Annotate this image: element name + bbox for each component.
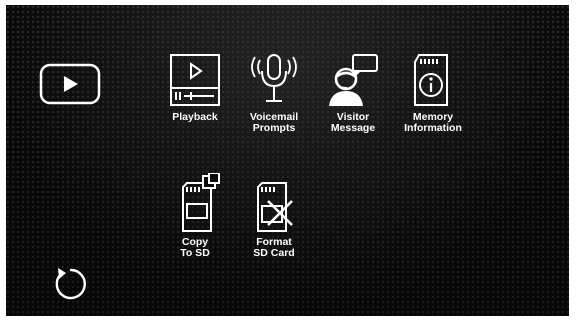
sd-card-info-icon (414, 54, 448, 106)
copy-to-sd-tile[interactable]: Copy To SD (156, 173, 234, 259)
sd-card-copy-icon (182, 173, 220, 232)
playback-icon (170, 54, 220, 106)
memory-information-label: Memory Information (404, 111, 462, 134)
copy-to-sd-label: Copy To SD (180, 236, 210, 259)
voicemail-prompts-label: Voicemail Prompts (249, 111, 299, 134)
microphone-icon (251, 54, 297, 102)
voicemail-prompts-tile[interactable]: Voicemail Prompts (235, 52, 313, 134)
play-icon (39, 63, 101, 105)
format-sd-card-label: Format SD Card (253, 236, 295, 259)
menu-screen: Playback Voicemail Prompts Visitor Messa… (6, 5, 569, 316)
playback-tile[interactable]: Playback (156, 52, 234, 123)
playback-label: Playback (172, 111, 218, 123)
visitor-message-tile[interactable]: Visitor Message (314, 52, 392, 134)
back-button[interactable] (50, 263, 90, 308)
visitor-message-label: Visitor Message (330, 111, 376, 134)
back-refresh-icon (55, 268, 86, 300)
visitor-speech-icon (329, 54, 378, 106)
format-sd-card-tile[interactable]: Format SD Card (235, 173, 313, 259)
sd-card-format-icon (257, 182, 293, 232)
play-button[interactable] (39, 63, 101, 110)
memory-information-tile[interactable]: Memory Information (394, 52, 472, 134)
